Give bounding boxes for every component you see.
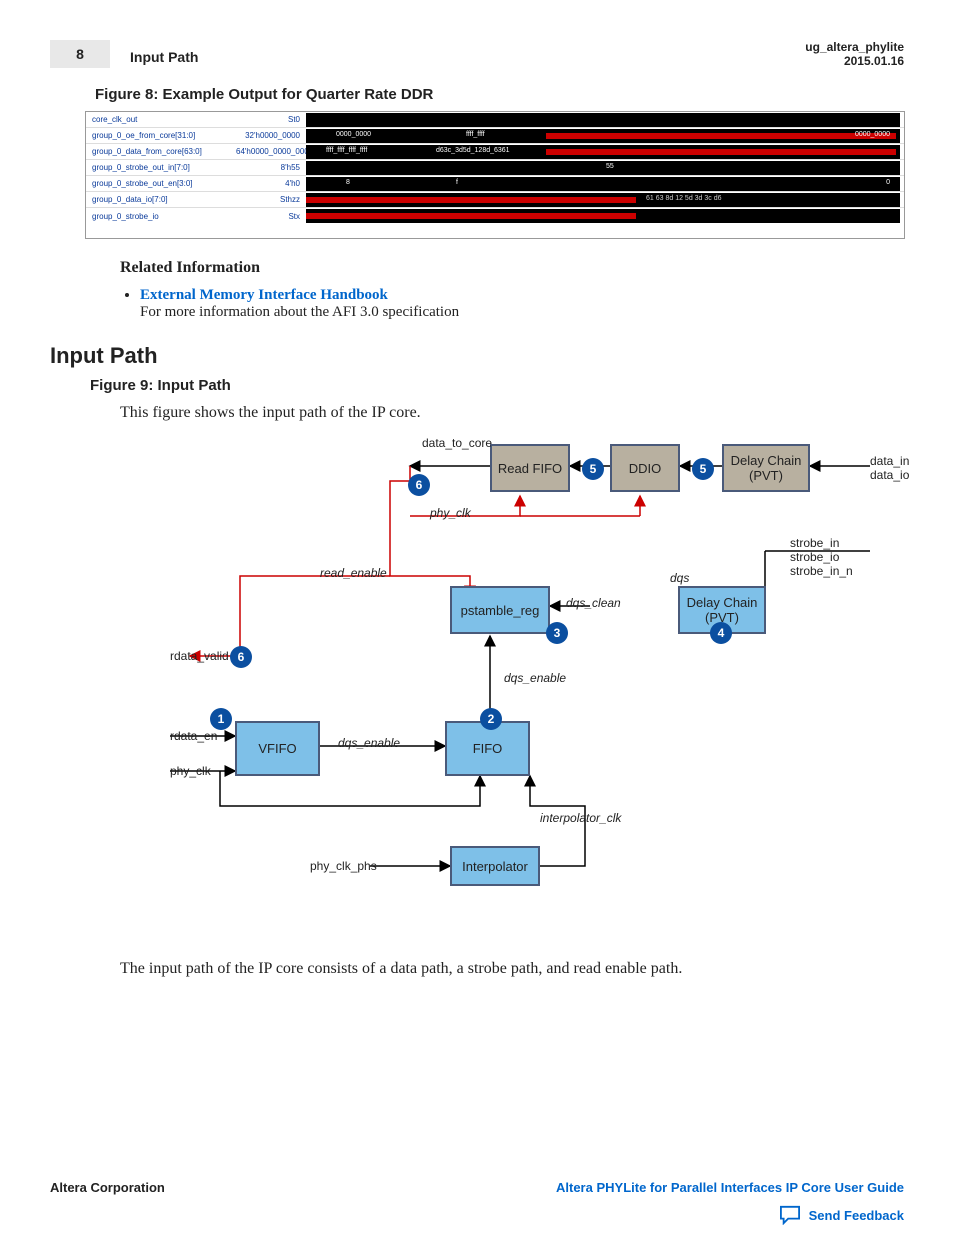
wave-label: group_0_data_from_core[63:0] bbox=[86, 147, 236, 156]
send-feedback-link[interactable]: Send Feedback bbox=[779, 1205, 904, 1225]
wave-value: 64'h0000_0000_0000_0000 bbox=[236, 147, 306, 156]
wave-value: 4'h0 bbox=[236, 179, 306, 188]
lbl-phy-clk-2: phy_clk bbox=[170, 764, 211, 778]
lbl-dqs-clean: dqs_clean bbox=[566, 596, 621, 610]
num-badge: 6 bbox=[408, 474, 430, 496]
figure8-title: Figure 8: Example Output for Quarter Rat… bbox=[95, 86, 904, 103]
box-ddio: DDIO bbox=[610, 444, 680, 492]
feedback-label: Send Feedback bbox=[809, 1208, 904, 1223]
lbl-phy-clk-phs: phy_clk_phs bbox=[310, 859, 377, 873]
page-number: 8 bbox=[50, 40, 110, 68]
num-badge: 5 bbox=[692, 458, 714, 480]
num-badge: 6 bbox=[230, 646, 252, 668]
lbl-read-enable: read_enable bbox=[320, 566, 387, 580]
related-list: External Memory Interface Handbook For m… bbox=[140, 287, 904, 321]
wave-value: Stx bbox=[236, 212, 306, 221]
footer-company: Altera Corporation bbox=[50, 1180, 165, 1195]
related-information-heading: Related Information bbox=[120, 259, 904, 277]
wave-label: group_0_strobe_out_en[3:0] bbox=[86, 179, 236, 188]
lbl-rdata-en: rdata_en bbox=[170, 729, 217, 743]
footer-guide-link[interactable]: Altera PHYLite for Parallel Interfaces I… bbox=[556, 1180, 904, 1195]
external-memory-handbook-link[interactable]: External Memory Interface Handbook bbox=[140, 287, 388, 303]
section-heading-input-path: Input Path bbox=[50, 343, 904, 369]
lbl-strobe-io: strobe_io bbox=[790, 550, 839, 564]
lbl-dqs-enable: dqs_enable bbox=[504, 671, 566, 685]
wave-label: core_clk_out bbox=[86, 115, 236, 124]
doc-date: 2015.01.16 bbox=[805, 54, 904, 68]
lbl-rdata-valid: rdata_valid bbox=[170, 649, 229, 663]
wave-label: group_0_strobe_out_in[7:0] bbox=[86, 163, 236, 172]
box-vfifo: VFIFO bbox=[235, 721, 320, 776]
figure9-title: Figure 9: Input Path bbox=[90, 377, 904, 394]
figure9-diagram: Read FIFO DDIO Delay Chain (PVT) pstambl… bbox=[110, 436, 880, 936]
header-left: 8 Input Path bbox=[50, 40, 198, 68]
num-badge: 4 bbox=[710, 622, 732, 644]
lbl-strobe-in-n: strobe_in_n bbox=[790, 564, 853, 578]
doc-id: ug_altera_phylite bbox=[805, 40, 904, 54]
figure8-waveform: core_clk_out St0 group_0_oe_from_core[31… bbox=[85, 111, 905, 239]
wave-label: group_0_strobe_io bbox=[86, 212, 236, 221]
wave-value: 32'h0000_0000 bbox=[236, 131, 306, 140]
lbl-data-io: data_io bbox=[870, 468, 909, 482]
figure9-desc: This figure shows the input path of the … bbox=[120, 404, 904, 422]
lbl-phy-clk: phy_clk bbox=[430, 506, 471, 520]
wave-value: 8'h55 bbox=[236, 163, 306, 172]
num-badge: 5 bbox=[582, 458, 604, 480]
wave-label: group_0_oe_from_core[31:0] bbox=[86, 131, 236, 140]
lbl-data-in: data_in bbox=[870, 454, 909, 468]
wave-label: group_0_data_io[7:0] bbox=[86, 195, 236, 204]
lbl-dqs-enable-2: dqs_enable bbox=[338, 736, 400, 750]
header-right: ug_altera_phylite 2015.01.16 bbox=[805, 40, 904, 68]
lbl-dqs: dqs bbox=[670, 571, 689, 585]
box-interpolator: Interpolator bbox=[450, 846, 540, 886]
body-paragraph: The input path of the IP core consists o… bbox=[120, 960, 904, 978]
lbl-data-to-core: data_to_core bbox=[422, 436, 492, 450]
box-delay-chain-1: Delay Chain (PVT) bbox=[722, 444, 810, 492]
num-badge: 1 bbox=[210, 708, 232, 730]
lbl-interpolator-clk: interpolator_clk bbox=[540, 811, 621, 825]
page-footer: Altera Corporation Altera PHYLite for Pa… bbox=[50, 1180, 904, 1195]
box-pstamble-reg: pstamble_reg bbox=[450, 586, 550, 634]
related-desc: For more information about the AFI 3.0 s… bbox=[140, 304, 459, 320]
wave-value: Sthzz bbox=[236, 195, 306, 204]
feedback-icon bbox=[779, 1205, 801, 1225]
num-badge: 3 bbox=[546, 622, 568, 644]
lbl-strobe-in: strobe_in bbox=[790, 536, 839, 550]
page-header: 8 Input Path ug_altera_phylite 2015.01.1… bbox=[50, 40, 904, 68]
related-list-item: External Memory Interface Handbook For m… bbox=[140, 287, 904, 321]
box-read-fifo: Read FIFO bbox=[490, 444, 570, 492]
header-section-title: Input Path bbox=[130, 49, 198, 65]
wave-value: St0 bbox=[236, 115, 306, 124]
num-badge: 2 bbox=[480, 708, 502, 730]
